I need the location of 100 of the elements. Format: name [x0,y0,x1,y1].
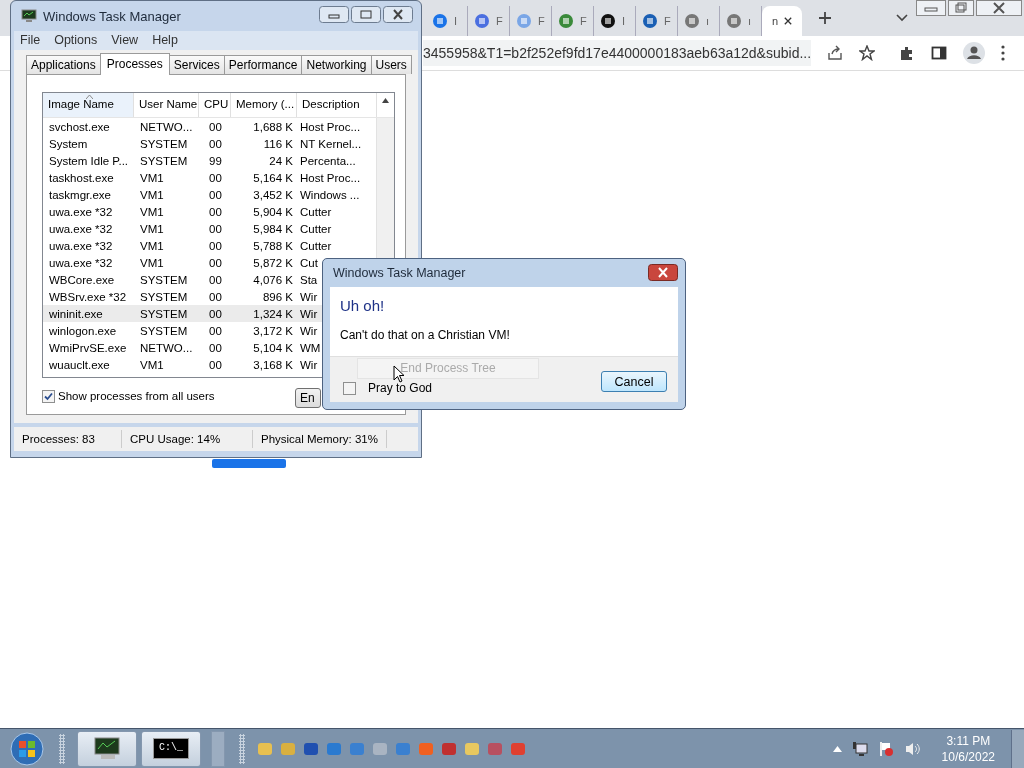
table-cell-text: 3,452 K [252,188,294,201]
table-cell-text: taskmgr.exe [48,188,112,201]
end-process-button[interactable]: En [295,388,321,408]
table-cell-text: WBCore.exe [48,273,116,286]
table-cell-text: Wir [299,290,319,303]
table-cell-text: VM1 [139,205,165,218]
table-cell-text: Cutter [299,222,333,235]
table-cell-text: 99 [208,154,223,167]
table-cell-text: winlogon.exe [48,324,118,337]
column-header[interactable]: Memory (... [231,93,297,117]
table-cell-text: 24 K [268,154,294,167]
table-row[interactable]: uwa.exe *32 VM1 00 5,984 K Cutter [43,220,377,237]
tab[interactable]: Applications [26,55,101,74]
menu-item[interactable]: File [20,33,41,47]
column-header[interactable]: User Name [134,93,199,117]
table-cell-text: 00 [208,188,223,201]
table-cell-text: 1,324 K [252,307,294,320]
table-cell-text: uwa.exe *32 [48,222,114,235]
table-cell-text: svchost.exe [48,120,111,133]
table-cell-text: 00 [208,239,223,252]
status-text: Physical Memory: 31% [253,430,387,448]
table-cell-text: NETWO... [139,341,194,354]
table-cell-text: 00 [208,290,223,303]
table-cell-text: 5,872 K [252,256,294,269]
table-cell-text: 1,688 K [252,120,294,133]
table-cell-text: 00 [208,205,223,218]
table-cell-text: 896 K [261,290,294,303]
table-cell-text: NETWO... [139,120,194,133]
table-cell-text: Percenta... [299,154,357,167]
table-row[interactable]: taskmgr.exe VM1 00 3,452 K Windows ... [43,186,377,203]
browser-tab[interactable]: n [762,6,802,36]
table-cell-text: VM1 [139,171,165,184]
menu-item[interactable]: Options [54,33,98,47]
table-cell-text: 116 K [262,137,294,150]
dialog-message: Can't do that on a Christian VM! [340,327,511,342]
tab[interactable]: Networking [301,55,372,74]
tab[interactable]: Performance [223,55,303,74]
table-cell-text: 3,168 K [252,358,294,371]
tab[interactable]: Processes [99,53,170,75]
table-cell-text: uwa.exe *32 [48,239,114,252]
cancel-button[interactable]: Cancel [601,371,667,392]
status-text: Processes: 83 [14,430,122,448]
table-row[interactable]: svchost.exe NETWO... 00 1,688 K Host Proc... [43,118,377,135]
column-header[interactable]: Description [297,93,377,117]
table-cell-text: 5,904 K [252,205,294,218]
table-cell-text: 5,788 K [252,239,294,252]
table-cell-text: VM1 [139,188,165,201]
table-row[interactable]: System SYSTEM 00 116 K NT Kernel... [43,135,377,152]
table-row[interactable]: uwa.exe *32 VM1 00 5,904 K Cutter [43,203,377,220]
table-cell-text: wuauclt.exe [48,358,111,371]
table-cell-text: 5,984 K [252,222,294,235]
address-field[interactable]: 3455958&T1=b2f252ef9fd17e4400000183aeb63a12d&subid... [423,40,811,66]
table-cell-text: WmiPrvSE.exe [48,341,128,354]
window-title: Windows Task Manager [43,8,181,24]
table-cell-text: 00 [208,358,223,371]
table-cell-text: Wir [299,358,319,371]
table-cell-text: 00 [208,171,223,184]
table-cell-text: Wir [299,324,319,337]
table-row[interactable]: uwa.exe *32 VM1 00 5,788 K Cutter [43,237,377,254]
table-cell-text: 00 [208,341,223,354]
table-cell-text: 5,164 K [252,171,294,184]
table-cell-text: WBSrv.exe *32 [48,290,128,303]
table-cell-text: 00 [208,120,223,133]
menu-item[interactable]: View [111,33,139,47]
tab[interactable]: Users [370,55,412,74]
table-cell-text: NT Kernel... [299,137,363,150]
table-row[interactable]: taskhost.exe VM1 00 5,164 K Host Proc... [43,169,377,186]
table-cell-text: taskhost.exe [48,171,115,184]
table-cell-text: VM1 [139,256,165,269]
taskbar-button[interactable]: C:\_ [141,730,201,767]
menu-item[interactable]: Help [152,33,178,47]
table-cell-text: wininit.exe [48,307,104,320]
console-icon: C:\_ [153,738,189,759]
table-cell-text: uwa.exe *32 [48,205,114,218]
table-cell-text: VM1 [139,239,165,252]
checkbox-label: Pray to God [368,381,433,395]
tab[interactable]: Services [168,55,225,74]
table-cell-text: SYSTEM [139,290,189,303]
table-cell-text: 00 [208,324,223,337]
table-cell-text: VM1 [139,358,165,371]
table-cell-text: 4,076 K [252,273,294,286]
checkbox-label: Show processes from all users [58,390,215,402]
table-cell-text: 00 [208,222,223,235]
table-row[interactable]: System Idle P... SYSTEM 99 24 K Percenta... [43,152,377,169]
table-cell-text: SYSTEM [139,273,189,286]
table-cell-text: Sta [299,273,319,286]
table-cell-text: System [48,137,89,150]
column-header[interactable]: Image Name [43,93,134,117]
table-cell-text: SYSTEM [139,307,189,320]
table-cell-text: 00 [208,137,223,150]
table-cell-text: SYSTEM [139,154,189,167]
table-cell-text: SYSTEM [139,324,189,337]
table-cell-text: 00 [208,307,223,320]
status-text: CPU Usage: 14% [122,430,253,448]
dialog-title: Windows Task Manager [333,265,466,280]
table-cell-text: SYSTEM [139,137,189,150]
table-cell-text: Host Proc... [299,120,362,133]
table-cell-text: Windows ... [299,188,361,201]
column-header[interactable]: CPU [199,93,231,117]
table-cell-text: System Idle P... [48,154,130,167]
